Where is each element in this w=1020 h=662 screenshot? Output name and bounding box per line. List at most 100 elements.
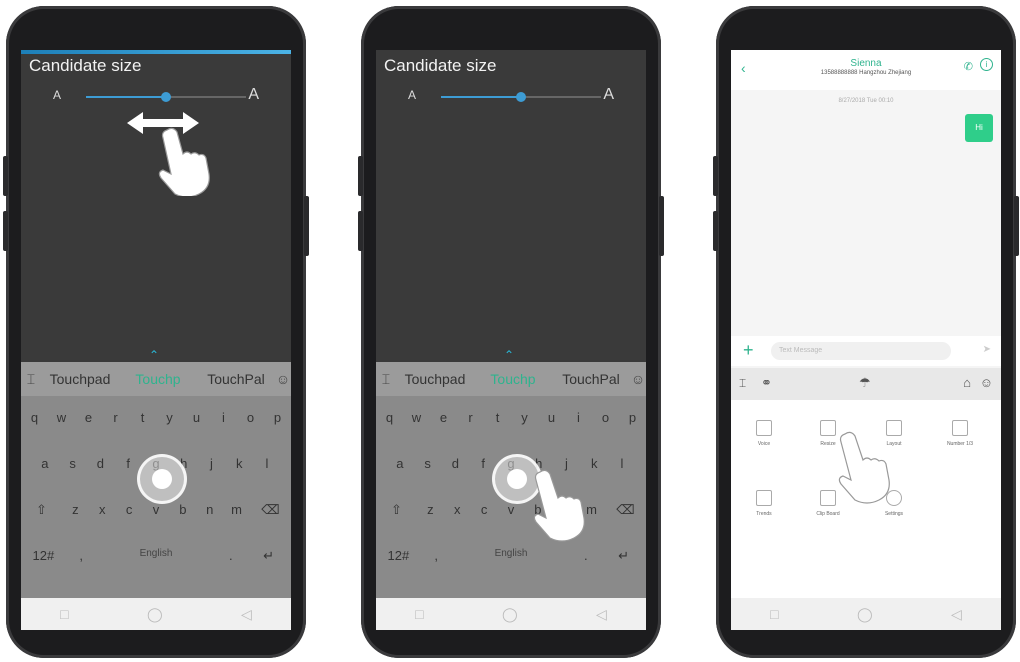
candidate-3[interactable]: TouchPal (197, 371, 275, 387)
key-j[interactable]: j (200, 456, 222, 471)
key-u[interactable]: u (541, 410, 563, 425)
theme-icon[interactable]: ⌂ (963, 375, 971, 390)
key-e[interactable]: e (433, 410, 455, 425)
key-b[interactable]: b (172, 502, 194, 518)
slider-thumb[interactable] (161, 92, 171, 102)
comma-key[interactable]: , (425, 548, 447, 564)
key-v[interactable]: v (500, 502, 522, 518)
candidate-1[interactable]: Touchpad (396, 371, 474, 387)
key-o[interactable]: o (595, 410, 617, 425)
add-icon[interactable]: + (743, 340, 754, 361)
panel-item-voice[interactable]: Voice (739, 420, 789, 447)
backspace-icon[interactable]: ⌫ (252, 502, 288, 518)
info-icon[interactable]: i (980, 58, 993, 71)
key-i[interactable]: i (213, 410, 235, 425)
phone-icon[interactable]: ✆ (964, 60, 973, 73)
key-a[interactable]: a (389, 456, 411, 471)
key-f[interactable]: f (117, 456, 139, 471)
key-q[interactable]: q (379, 410, 401, 425)
key-k[interactable]: k (228, 456, 250, 471)
key-i[interactable]: i (568, 410, 590, 425)
emoji-icon[interactable]: ☺ (980, 375, 993, 390)
num-key[interactable]: 12# (380, 548, 416, 564)
emoji-icon[interactable]: ☺ (275, 371, 291, 387)
cursor-icon[interactable]: ⌶ (739, 376, 746, 391)
key-w[interactable]: w (51, 410, 73, 425)
key-z[interactable]: z (419, 502, 441, 518)
key-m[interactable]: m (226, 502, 248, 518)
key-row-4: 12# , English . ↵ (21, 548, 291, 564)
key-r[interactable]: r (460, 410, 482, 425)
phone-3: ‹ Sienna 13588888888 Hangzhou Zhejiang ✆… (713, 6, 1019, 658)
key-d[interactable]: d (444, 456, 466, 471)
key-u[interactable]: u (186, 410, 208, 425)
key-x[interactable]: x (91, 502, 113, 518)
candidate-size-title: Candidate size (384, 56, 497, 75)
key-a[interactable]: a (34, 456, 56, 471)
touchpad-trackball[interactable] (137, 454, 187, 504)
nav-bar: □ ◯ ◁ (21, 598, 291, 630)
recents-icon[interactable]: □ (770, 606, 778, 622)
home-icon[interactable]: ◯ (147, 606, 163, 623)
key-e[interactable]: e (78, 410, 100, 425)
panel-item-number[interactable]: Number 1/3 (935, 420, 985, 447)
key-v[interactable]: v (145, 502, 167, 518)
cursor-icon[interactable]: ⌶ (376, 371, 396, 388)
period-key[interactable]: . (575, 548, 597, 564)
key-s[interactable]: s (417, 456, 439, 471)
cursor-icon[interactable]: ⌶ (21, 371, 41, 388)
num-key[interactable]: 12# (25, 548, 61, 564)
backspace-icon[interactable]: ⌫ (607, 502, 643, 518)
back-icon[interactable]: ◁ (241, 606, 252, 623)
back-icon[interactable]: ◁ (951, 606, 962, 623)
key-t[interactable]: t (487, 410, 509, 425)
chevron-up-icon[interactable]: ⌃ (147, 349, 161, 361)
key-t[interactable]: t (132, 410, 154, 425)
key-r[interactable]: r (105, 410, 127, 425)
recents-icon[interactable]: □ (60, 606, 68, 622)
key-w[interactable]: w (406, 410, 428, 425)
key-l[interactable]: l (611, 456, 633, 471)
candidate-size-slider[interactable] (86, 92, 246, 102)
comma-key[interactable]: , (70, 548, 92, 564)
key-p[interactable]: p (622, 410, 644, 425)
panel-item-trends[interactable]: Trends (739, 490, 789, 517)
candidate-size-slider[interactable] (441, 92, 601, 102)
key-c[interactable]: c (118, 502, 140, 518)
home-icon[interactable]: ◯ (502, 606, 518, 623)
key-o[interactable]: o (240, 410, 262, 425)
key-q[interactable]: q (24, 410, 46, 425)
space-key[interactable]: English (101, 548, 211, 564)
message-input[interactable]: Text Message (771, 342, 951, 360)
key-s[interactable]: s (62, 456, 84, 471)
key-y[interactable]: y (514, 410, 536, 425)
key-x[interactable]: x (446, 502, 468, 518)
recents-icon[interactable]: □ (415, 606, 423, 622)
key-f[interactable]: f (472, 456, 494, 471)
key-n[interactable]: n (199, 502, 221, 518)
back-icon[interactable]: ◁ (596, 606, 607, 623)
send-icon[interactable]: ➤ (983, 344, 991, 355)
candidate-3[interactable]: TouchPal (552, 371, 630, 387)
candidate-2[interactable]: Touchp (119, 371, 197, 387)
enter-icon[interactable]: ↵ (251, 548, 287, 564)
shift-icon[interactable]: ⇧ (23, 502, 59, 518)
emoji-icon[interactable]: ☺ (630, 371, 646, 387)
home-icon[interactable]: ◯ (857, 606, 873, 623)
key-p[interactable]: p (267, 410, 289, 425)
enter-icon[interactable]: ↵ (606, 548, 642, 564)
slider-thumb[interactable] (516, 92, 526, 102)
candidate-1[interactable]: Touchpad (41, 371, 119, 387)
key-l[interactable]: l (256, 456, 278, 471)
globe-icon[interactable]: ⚭ (761, 375, 772, 391)
period-key[interactable]: . (220, 548, 242, 564)
key-c[interactable]: c (473, 502, 495, 518)
key-y[interactable]: y (159, 410, 181, 425)
keyboard-logo-icon[interactable]: ☂ (859, 375, 871, 391)
chevron-up-icon[interactable]: ⌃ (502, 349, 516, 361)
candidate-2[interactable]: Touchp (474, 371, 552, 387)
shift-icon[interactable]: ⇧ (378, 502, 414, 518)
space-key[interactable]: English (456, 548, 566, 564)
key-d[interactable]: d (89, 456, 111, 471)
key-z[interactable]: z (64, 502, 86, 518)
